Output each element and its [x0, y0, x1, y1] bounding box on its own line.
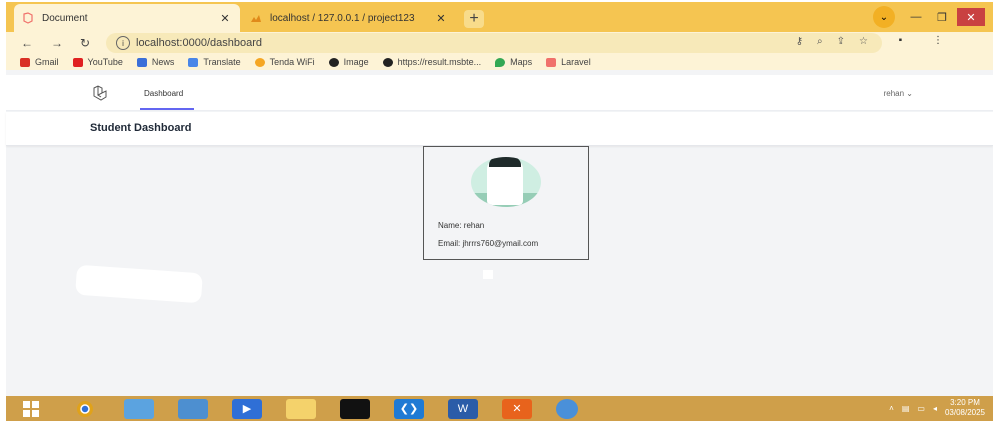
bookmark-youtube[interactable]: YouTube	[72, 57, 123, 67]
omnibox-actions: ⚷ ⌕ ⇪ ☆	[796, 36, 868, 47]
minimize-icon[interactable]: —	[905, 8, 927, 26]
bookmark-laravel[interactable]: Laravel	[546, 57, 591, 67]
active-nav-indicator	[140, 108, 194, 110]
student-profile-card: Name: rehan Email: jhrrrs760@ymail.com	[423, 146, 589, 260]
globe-icon	[328, 57, 339, 67]
browser-tab-strip: Document ✕ localhost / 127.0.0.1 / proje…	[6, 2, 993, 32]
profile-and-menu-icons[interactable]: ▪ ⋮	[899, 35, 957, 46]
bookmark-star-icon[interactable]: ☆	[859, 36, 868, 47]
media-player-icon[interactable]: ▶	[232, 398, 262, 419]
tab-close-icon[interactable]: ✕	[434, 12, 448, 25]
tab-close-icon[interactable]: ✕	[218, 12, 232, 25]
page-header: Student Dashboard	[6, 112, 993, 146]
tab-phpmyadmin[interactable]: localhost / 127.0.0.1 / project123 ✕	[242, 4, 456, 32]
reload-icon[interactable]: ↻	[76, 34, 94, 52]
clock-time: 3:20 PM	[950, 398, 980, 407]
gmail-icon	[20, 57, 30, 67]
bookmark-news[interactable]: News	[136, 57, 174, 67]
taskbar-clock[interactable]: 3:20 PM 03/08/2025	[945, 398, 985, 418]
address-bar[interactable]: i localhost:0000/dashboard ⚷ ⌕ ⇪ ☆	[106, 33, 882, 53]
browser-toolbar: ← → ↻ i localhost:0000/dashboard ⚷ ⌕ ⇪ ☆…	[6, 32, 993, 54]
window-controls: ⌄ — ❐ ✕	[873, 6, 985, 28]
bookmark-image[interactable]: Image	[328, 57, 369, 67]
share-icon[interactable]: ⇪	[837, 36, 845, 47]
blank-overlay	[483, 270, 493, 279]
battery-icon[interactable]: ▭	[917, 404, 925, 413]
xampp-icon[interactable]: ✕	[502, 398, 532, 419]
zoom-icon[interactable]: ⌕	[817, 36, 823, 47]
window-close-icon[interactable]: ✕	[957, 8, 985, 26]
chrome-profile-icon[interactable]	[556, 398, 578, 419]
tenda-icon	[254, 57, 265, 67]
bookmark-gmail[interactable]: Gmail	[20, 57, 59, 67]
restore-icon[interactable]: ❐	[931, 8, 953, 26]
nav-link-dashboard[interactable]: Dashboard	[144, 89, 183, 98]
tray-chevron-up-icon[interactable]: ˄	[889, 404, 894, 413]
blank-overlay	[75, 264, 203, 304]
laravel-logo-icon[interactable]	[92, 85, 108, 101]
system-tray: ˄ ▤ ▭ ◂ 3:20 PM 03/08/2025	[889, 398, 985, 418]
url-text: localhost:0000/dashboard	[136, 37, 262, 49]
windows-start-icon[interactable]	[16, 399, 46, 419]
student-name: Name: rehan	[438, 221, 485, 230]
photos-icon[interactable]	[124, 398, 154, 419]
bookmark-maps[interactable]: Maps	[495, 57, 532, 67]
word-icon[interactable]: W	[448, 398, 478, 419]
user-menu-dropdown[interactable]: rehan ⌄	[884, 89, 913, 98]
translate-icon	[188, 57, 199, 67]
globe-icon	[382, 57, 393, 67]
chrome-icon[interactable]	[70, 399, 100, 419]
youtube-icon	[72, 57, 83, 67]
paint-icon[interactable]	[178, 398, 208, 419]
laravel-icon	[546, 57, 557, 67]
page-viewport: Dashboard rehan ⌄ Student Dashboard Name…	[6, 70, 993, 396]
chevron-down-icon: ⌄	[906, 89, 913, 98]
bookmark-translate[interactable]: Translate	[188, 57, 241, 67]
maps-pin-icon	[495, 57, 506, 67]
phpmyadmin-favicon-icon	[250, 12, 262, 24]
back-arrow-icon[interactable]: ←	[18, 34, 36, 52]
user-name: rehan	[883, 89, 905, 98]
tab-title: Document	[42, 12, 88, 24]
site-info-icon[interactable]: i	[116, 36, 130, 50]
news-icon	[136, 57, 147, 67]
page-title: Student Dashboard	[90, 122, 192, 134]
avatar	[471, 157, 541, 207]
screen: Document ✕ localhost / 127.0.0.1 / proje…	[0, 0, 993, 421]
laravel-favicon-icon	[22, 12, 34, 24]
new-tab-button[interactable]: +	[464, 10, 484, 28]
key-icon[interactable]: ⚷	[796, 36, 803, 47]
tab-title: localhost / 127.0.0.1 / project123	[270, 12, 415, 24]
file-explorer-icon[interactable]	[286, 398, 316, 419]
bookmarks-bar: Gmail YouTube News Translate Tenda WiFi …	[6, 54, 993, 70]
volume-icon[interactable]: ◂	[933, 404, 937, 413]
bookmark-tenda-wifi[interactable]: Tenda WiFi	[254, 57, 315, 67]
clock-date: 03/08/2025	[944, 408, 985, 417]
student-email: Email: jhrrrs760@ymail.com	[438, 239, 539, 248]
tab-search-chevron-down-icon[interactable]: ⌄	[873, 6, 895, 28]
app-navigation: Dashboard rehan ⌄	[6, 75, 993, 111]
tab-document[interactable]: Document ✕	[14, 4, 240, 32]
vscode-icon[interactable]: ❮❯	[394, 398, 424, 419]
windows-taskbar: ▶ ❮❯ W ✕ ˄ ▤ ▭ ◂ 3:20 PM 03/08/2025	[6, 396, 993, 421]
network-icon[interactable]: ▤	[902, 404, 910, 413]
terminal-icon[interactable]	[340, 398, 370, 419]
bookmark-result-msbte[interactable]: https://result.msbte...	[382, 57, 481, 67]
forward-arrow-icon[interactable]: →	[48, 34, 66, 52]
